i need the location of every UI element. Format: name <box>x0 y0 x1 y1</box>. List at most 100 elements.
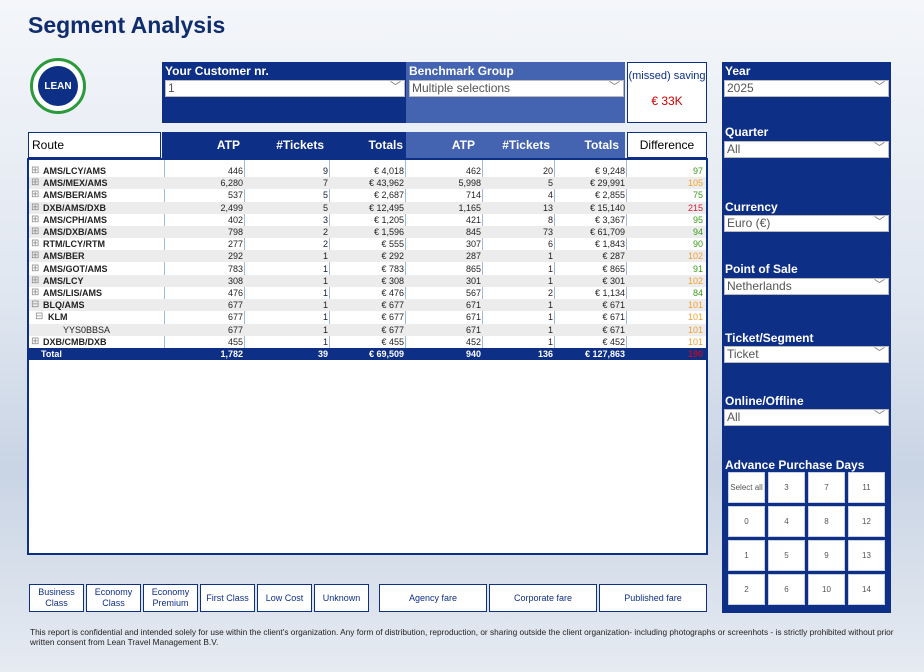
advance-purchase-option[interactable]: 14 <box>848 574 885 605</box>
table-row[interactable]: ⊞ AMS/LCY/AMS 446 9 € 4,018 462 20 € 9,248 97 <box>29 165 706 177</box>
header-tickets[interactable]: #Tickets <box>276 138 324 152</box>
saving-label: (missed) saving <box>628 70 706 82</box>
class-button[interactable]: Business Class <box>29 584 84 612</box>
class-button[interactable]: Economy Class <box>86 584 141 612</box>
advance-purchase-option[interactable]: 1 <box>728 540 765 571</box>
table-row[interactable]: ⊞ AMS/CPH/AMS 402 3 € 1,205 421 8 € 3,367 95 <box>29 214 706 226</box>
cell-tk: 2 <box>322 239 328 250</box>
cell-tk: 9 <box>322 166 328 176</box>
table-row[interactable]: ⊞ DXB/CMB/DXB 455 1 € 455 452 1 € 452 101 <box>29 336 706 348</box>
class-button[interactable]: First Class <box>200 584 255 612</box>
slicer-dropdown[interactable]: All ﹀ <box>724 409 889 426</box>
cell-batp: 940 <box>465 349 481 359</box>
advance-purchase-option[interactable]: 13 <box>848 540 885 571</box>
table-row[interactable]: ⊞ RTM/LCY/RTM 277 2 € 555 307 6 € 1,843 90 <box>29 238 706 250</box>
table-row[interactable]: ⊞ AMS/MEX/AMS 6,280 7 € 43,962 5,998 5 € 29,991… <box>29 177 706 190</box>
table-row[interactable]: ⊞ DXB/AMS/DXB 2,499 5 € 12,495 1,165 13 € 15,14… <box>29 201 706 214</box>
header-bench-atp[interactable]: ATP <box>452 138 475 152</box>
table-row[interactable]: ⊟ BLQ/AMS 677 1 € 677 671 1 € 671 101 <box>29 299 706 312</box>
expand-collapse-icon[interactable]: ⊞ <box>31 287 39 299</box>
slicer-dropdown[interactable]: Netherlands ﹀ <box>724 278 889 295</box>
table-row[interactable]: ⊞ AMS/LIS/AMS 476 1 € 476 567 2 € 1,134 84 <box>29 287 706 299</box>
header-bench-tickets[interactable]: #Tickets <box>502 138 550 152</box>
table-row[interactable]: ⊟ KLM 677 1 € 677 671 1 € 671 101 <box>29 311 706 323</box>
table-row[interactable]: ⊞ AMS/BER/AMS 537 5 € 2,687 714 4 € 2,855 75 <box>29 189 706 201</box>
advance-purchase-option[interactable]: 2 <box>728 574 765 605</box>
fare-button[interactable]: Corporate fare <box>489 584 597 612</box>
cell-btk: 1 <box>547 275 553 286</box>
cell-diff: 102 <box>687 251 703 262</box>
advance-purchase-option[interactable]: Select all <box>728 472 765 503</box>
expand-collapse-icon[interactable]: ⊞ <box>31 214 39 226</box>
benchmark-dropdown[interactable]: Multiple selections ﹀ <box>409 80 624 97</box>
cell-atp: 476 <box>227 288 243 298</box>
slicer-dropdown[interactable]: 2025 ﹀ <box>724 80 889 97</box>
table-row[interactable]: ⊞ AMS/BER 292 1 € 292 287 1 € 287 102 <box>29 250 706 263</box>
expand-collapse-icon[interactable]: ⊞ <box>31 202 39 214</box>
header-bench-totals[interactable]: Totals <box>585 138 619 152</box>
cell-batp: 287 <box>465 251 481 262</box>
lean-logo: LEAN <box>30 58 86 114</box>
route-name: AMS/CPH/AMS <box>43 214 108 225</box>
header-totals[interactable]: Totals <box>369 138 403 152</box>
advance-purchase-option[interactable]: 3 <box>768 472 805 503</box>
customer-dropdown[interactable]: 1 ﹀ <box>165 80 405 97</box>
advance-purchase-option[interactable]: 10 <box>808 574 845 605</box>
route-name: Total <box>41 349 62 359</box>
advance-purchase-option[interactable]: 12 <box>848 506 885 537</box>
advance-purchase-option[interactable]: 11 <box>848 472 885 503</box>
class-button[interactable]: Economy Premium <box>143 584 198 612</box>
header-atp[interactable]: ATP <box>217 138 240 152</box>
cell-atp: 308 <box>227 275 243 286</box>
expand-collapse-icon[interactable]: ⊞ <box>31 165 39 177</box>
table-row[interactable]: ⊞ AMS/GOT/AMS 783 1 € 783 865 1 € 865 91 <box>29 263 706 275</box>
expand-collapse-icon[interactable]: ⊞ <box>31 250 39 262</box>
expand-collapse-icon[interactable]: ⊞ <box>31 226 39 238</box>
fare-button[interactable]: Published fare <box>599 584 707 612</box>
slicer-dropdown[interactable]: All ﹀ <box>724 141 889 158</box>
expand-collapse-icon[interactable]: ⊞ <box>31 263 39 275</box>
difference-header[interactable]: Difference <box>627 132 707 158</box>
slicer-dropdown[interactable]: Ticket ﹀ <box>724 346 889 363</box>
expand-collapse-icon[interactable]: ⊟ <box>31 299 39 311</box>
expand-collapse-icon[interactable]: ⊞ <box>31 275 39 287</box>
cell-btk: 1 <box>547 324 553 335</box>
expand-collapse-icon[interactable]: ⊞ <box>31 177 39 189</box>
cell-diff: 84 <box>692 288 703 298</box>
advance-purchase-option[interactable]: 5 <box>768 540 805 571</box>
cell-btot: € 865 <box>602 263 625 274</box>
page-title: Segment Analysis <box>28 12 226 38</box>
route-header[interactable]: Route <box>28 132 161 158</box>
advance-purchase-option[interactable]: 9 <box>808 540 845 571</box>
cell-btk: 6 <box>547 239 553 250</box>
cell-btk: 2 <box>547 288 553 298</box>
advance-purchase-option[interactable]: 7 <box>808 472 845 503</box>
expand-collapse-icon[interactable]: ⊞ <box>31 238 39 250</box>
advance-purchase-option[interactable]: 4 <box>768 506 805 537</box>
table-row[interactable]: ⊞ AMS/LCY 308 1 € 308 301 1 € 301 102 <box>29 274 706 287</box>
table-row[interactable]: ⊞ AMS/DXB/AMS 798 2 € 1,596 845 73 € 61,709 94 <box>29 226 706 238</box>
advance-purchase-option[interactable]: 8 <box>808 506 845 537</box>
cell-btot: € 9,248 <box>594 166 625 176</box>
class-button[interactable]: Unknown <box>314 584 369 612</box>
cell-diff: 101 <box>687 336 703 347</box>
saving-value: € 33K <box>651 94 683 108</box>
advance-purchase-option[interactable]: 0 <box>728 506 765 537</box>
advance-purchase-option[interactable]: 6 <box>768 574 805 605</box>
cell-diff: 105 <box>687 178 703 189</box>
expand-collapse-icon[interactable]: ⊟ <box>35 311 43 323</box>
chevron-down-icon: ﹀ <box>874 410 885 422</box>
slicer-value: Ticket <box>727 347 759 361</box>
cell-tot: € 12,495 <box>368 202 404 213</box>
expand-collapse-icon[interactable]: ⊞ <box>31 189 39 201</box>
slicer-dropdown[interactable]: Euro (€) ﹀ <box>724 215 889 232</box>
total-row[interactable]: Total 1,782 39 € 69,509 940 136 € 127,863 190 <box>29 348 706 360</box>
class-button[interactable]: Low Cost <box>257 584 312 612</box>
cell-batp: 462 <box>465 166 481 176</box>
chevron-down-icon: ﹀ <box>609 81 620 93</box>
fare-button[interactable]: Agency fare <box>379 584 487 612</box>
expand-collapse-icon[interactable]: ⊞ <box>31 336 39 348</box>
table-row[interactable]: YYS0BBSA 677 1 € 677 671 1 € 671 101 <box>29 323 706 336</box>
cell-btot: € 301 <box>602 275 625 286</box>
benchmark-slicer: Benchmark Group Multiple selections ﹀ <box>406 62 625 123</box>
